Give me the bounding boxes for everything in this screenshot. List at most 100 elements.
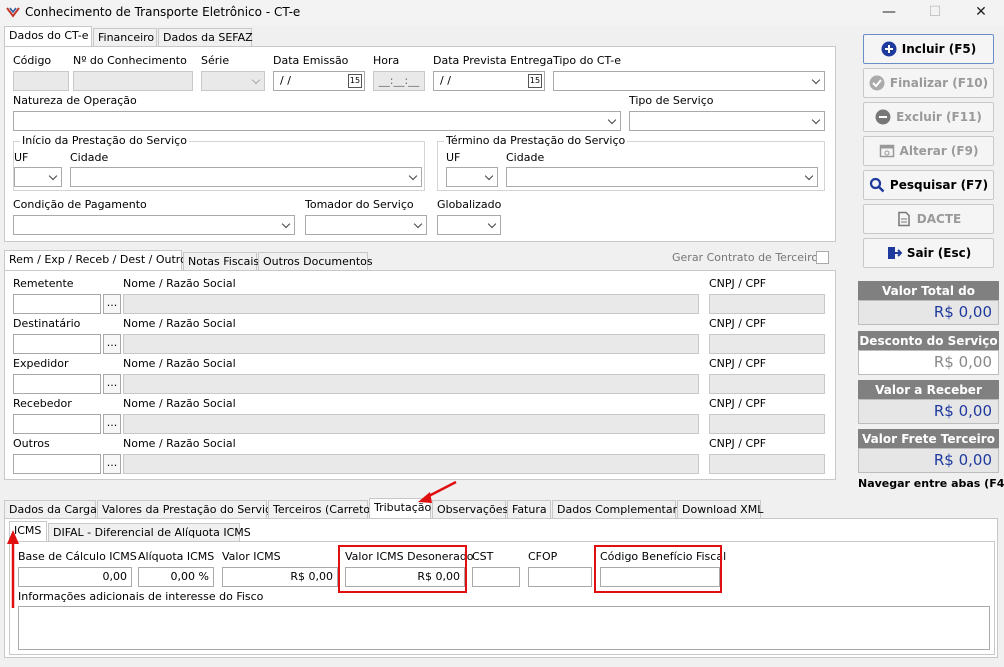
tab-fatura[interactable]: Fatura — [507, 500, 551, 518]
minus-circle-icon — [875, 109, 891, 125]
minimize-button[interactable]: — — [866, 0, 912, 26]
party-name-label: Nome / Razão Social — [123, 317, 236, 330]
natureza-select[interactable] — [13, 111, 621, 131]
numero-label: Nº do Conhecimento — [73, 54, 187, 67]
tab-dados-sefaz[interactable]: Dados da SEFAZ — [158, 28, 253, 46]
party-lookup-button[interactable]: ... — [103, 294, 121, 314]
inicio-group-title: Início da Prestação do Serviço — [20, 134, 189, 147]
frete-terceiro-value: R$ 0,00 — [858, 448, 999, 473]
party-code-field[interactable] — [13, 414, 101, 434]
termino-cidade-select[interactable] — [506, 167, 818, 187]
parties-panel: Remetente... Nome / Razão Social CNPJ / CP… — [4, 270, 836, 480]
party-role-label: Outros — [13, 437, 50, 450]
party-lookup-button[interactable]: ... — [103, 374, 121, 394]
data-emissao-label: Data Emissão — [273, 54, 349, 67]
tab-participantes[interactable]: Rem / Exp / Receb / Dest / Outros — [4, 250, 193, 270]
incluir-button[interactable]: Incluir (F5) — [863, 34, 994, 64]
party-role-label: Remetente — [13, 277, 74, 290]
uf-label: UF — [14, 151, 29, 164]
party-name-label: Nome / Razão Social — [123, 397, 236, 410]
edit-window-icon — [879, 144, 894, 158]
party-lookup-button[interactable]: ... — [103, 414, 121, 434]
valor-total-header: Valor Total do Serviço — [858, 281, 999, 318]
party-code-field[interactable] — [13, 374, 101, 394]
party-name-field — [123, 414, 699, 434]
excluir-label: Excluir (F11) — [896, 110, 982, 124]
termino-group-title: Término da Prestação do Serviço — [444, 134, 628, 147]
party-doc-label: CNPJ / CPF — [709, 437, 767, 450]
party-name-label: Nome / Razão Social — [123, 437, 236, 450]
party-role-label: Recebedor — [13, 397, 72, 410]
calendar-icon[interactable]: 15 — [528, 74, 542, 88]
globalizado-select[interactable] — [437, 215, 501, 235]
maximize-button[interactable]: ☐ — [912, 0, 958, 26]
pesquisar-button[interactable]: Pesquisar (F7) — [863, 170, 994, 200]
valor-receber-value: R$ 0,00 — [858, 399, 999, 424]
title-bar: Conhecimento de Transporte Eletrônico - … — [0, 0, 1004, 26]
dacte-label: DACTE — [916, 212, 962, 226]
party-code-field[interactable] — [13, 334, 101, 354]
party-role-label: Expedidor — [13, 357, 69, 370]
codigo-label: Código — [13, 54, 52, 67]
plus-circle-icon — [881, 41, 897, 57]
finalizar-label: Finalizar (F10) — [889, 76, 989, 90]
finalizar-button[interactable]: Finalizar (F10) — [863, 68, 994, 98]
inicio-uf-select[interactable] — [14, 167, 62, 187]
alterar-button[interactable]: Alterar (F9) — [863, 136, 994, 166]
tab-download-xml[interactable]: Download XML — [677, 500, 763, 518]
valor-receber-header: Valor a Receber — [858, 380, 999, 400]
tipo-servico-label: Tipo de Serviço — [629, 94, 714, 107]
party-doc-field — [709, 414, 825, 434]
cfop-field[interactable] — [528, 567, 592, 587]
frete-terceiro-header: Valor Frete Terceiro — [858, 429, 999, 449]
inicio-cidade-select[interactable] — [70, 167, 422, 187]
highlight-box-beneficio — [594, 545, 722, 593]
party-name-field — [123, 334, 699, 354]
dacte-button[interactable]: DACTE — [863, 204, 994, 234]
window-title: Conhecimento de Transporte Eletrônico - … — [25, 5, 301, 19]
tab-financeiro[interactable]: Financeiro — [93, 28, 157, 46]
serie-label: Série — [201, 54, 230, 67]
condicao-label: Condição de Pagamento — [13, 198, 147, 211]
tab-dados-cte[interactable]: Dados do CT-e — [4, 26, 92, 46]
party-name-field — [123, 294, 699, 314]
valor-total-value: R$ 0,00 — [858, 300, 999, 325]
search-icon — [869, 177, 885, 193]
tipo-cte-select[interactable] — [553, 71, 825, 91]
desconto-header: Desconto do Serviço — [858, 331, 999, 351]
party-lookup-button[interactable]: ... — [103, 334, 121, 354]
gerar-contrato-checkbox[interactable] — [816, 251, 829, 264]
document-icon — [898, 211, 910, 227]
tipo-cte-label: Tipo do CT-e — [553, 54, 621, 67]
numero-field — [73, 71, 193, 91]
calendar-icon[interactable]: 15 — [348, 74, 362, 88]
tomador-label: Tomador do Serviço — [305, 198, 414, 211]
sair-button[interactable]: Sair (Esc) — [863, 238, 994, 268]
desconto-value[interactable]: R$ 0,00 — [858, 350, 999, 375]
uf-label: UF — [446, 151, 461, 164]
tomador-select[interactable] — [305, 215, 427, 235]
tab-notas-fiscais[interactable]: Notas Fiscais — [183, 252, 259, 270]
data-emissao-field[interactable]: / / 15 — [273, 71, 365, 91]
tab-dados-complementares[interactable]: Dados Complementares — [552, 500, 689, 518]
excluir-button[interactable]: Excluir (F11) — [863, 102, 994, 132]
arrow-head-icms — [7, 530, 19, 544]
termino-group: Término da Prestação do Serviço UF Cidad… — [437, 134, 825, 191]
arrow-head-tributacao — [418, 492, 432, 503]
data-prevista-field[interactable]: / / 15 — [433, 71, 545, 91]
globalizado-label: Globalizado — [437, 198, 502, 211]
party-doc-field — [709, 334, 825, 354]
hora-field: __:__:__ — [373, 71, 425, 91]
close-button[interactable]: ✕ — [958, 0, 1004, 26]
condicao-select[interactable] — [13, 215, 295, 235]
termino-uf-select[interactable] — [446, 167, 498, 187]
tipo-servico-select[interactable] — [629, 111, 825, 131]
tab-outros-documentos[interactable]: Outros Documentos — [258, 252, 373, 270]
party-doc-field — [709, 454, 825, 474]
app-logo-icon — [6, 7, 20, 18]
party-code-field[interactable] — [13, 294, 101, 314]
data-emissao-value: / / — [280, 74, 291, 87]
party-doc-label: CNPJ / CPF — [709, 317, 767, 330]
data-prevista-value: / / — [440, 74, 451, 87]
gerar-contrato-label: Gerar Contrato de Terceiros? — [672, 251, 830, 264]
